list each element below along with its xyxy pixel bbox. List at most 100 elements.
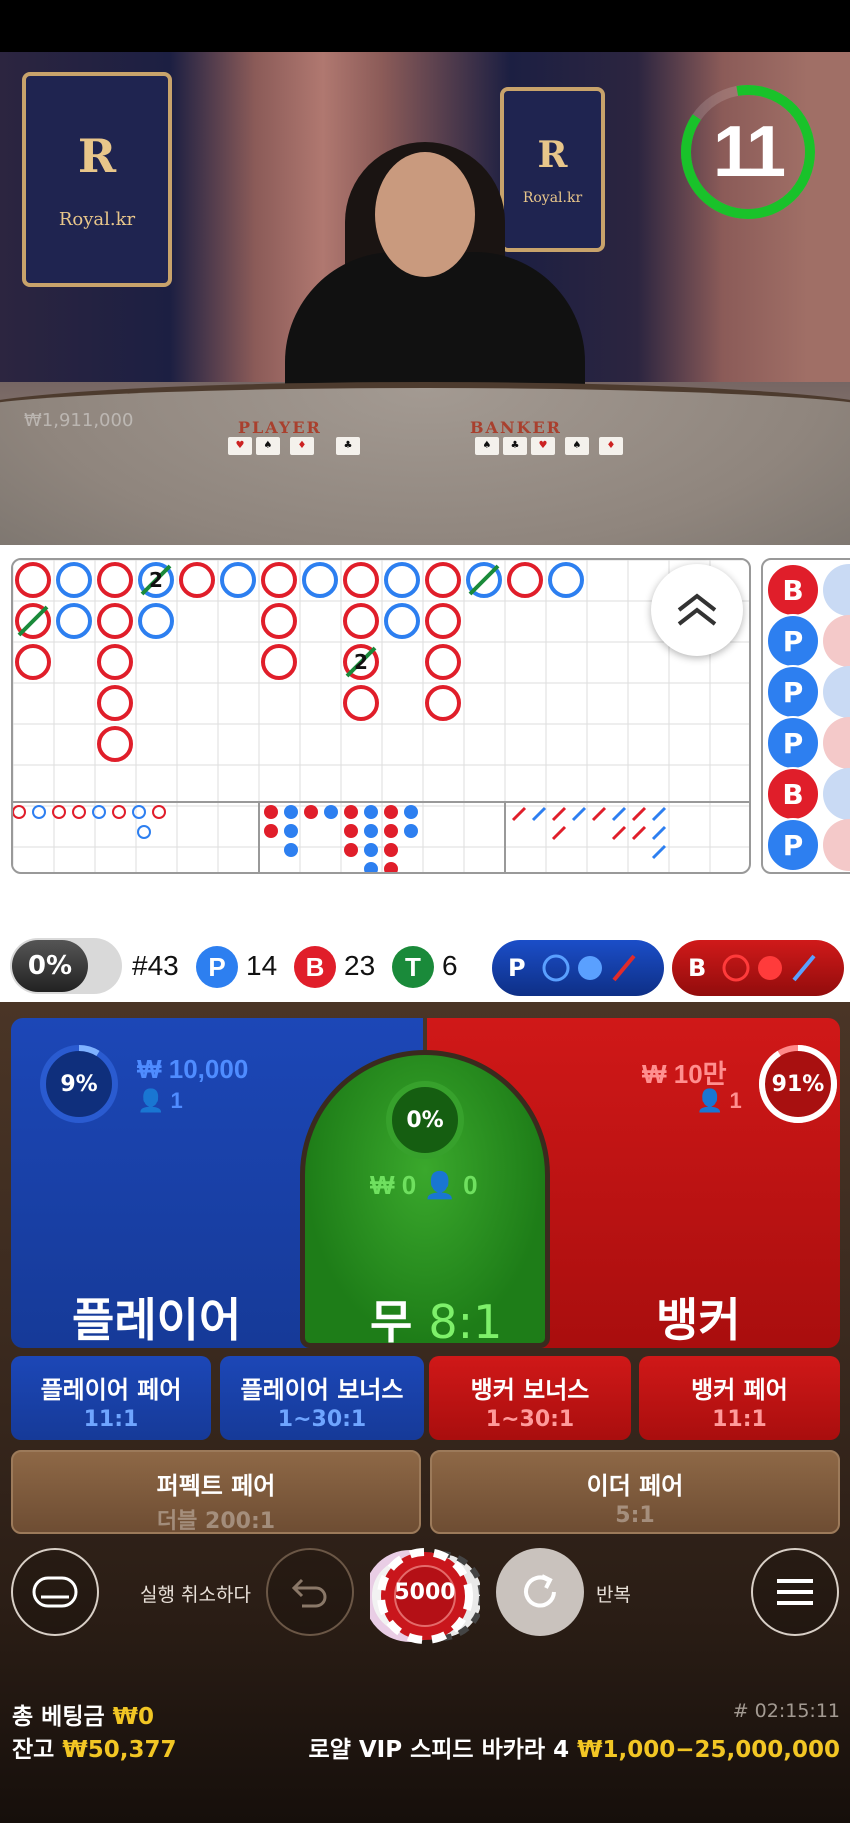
slash-road-mark [551, 806, 567, 822]
tie-count-mark: 2 [149, 568, 163, 592]
tie-bet-label: 무 8:1 [370, 1286, 502, 1352]
cockroach-dot [404, 824, 418, 838]
total-bet-label: 총 베팅금 [12, 1704, 105, 1730]
small-road-mark [152, 805, 166, 819]
cockroach-dot [324, 805, 338, 819]
roadmap-panel: 22 BPPPBP [0, 545, 850, 935]
banker-bonus-bet[interactable]: 뱅커 보너스 1~30:1 [429, 1356, 631, 1440]
chat-bubble-icon [32, 1576, 78, 1608]
banker-bet-users: 1 [729, 1088, 742, 1113]
small-road-mark [52, 805, 66, 819]
big-road-mark [97, 644, 133, 680]
tie-slash [468, 564, 500, 596]
big-road-grid[interactable]: 22 [11, 558, 751, 874]
cockroach-dot [284, 843, 298, 857]
balance: 잔고 ₩50,377 [12, 1730, 176, 1764]
big-road-mark [261, 644, 297, 680]
slash-road-mark [651, 806, 667, 822]
tie-count-badge: T [392, 946, 434, 988]
table-player-label: PLAYER [238, 418, 322, 437]
big-road-mark [384, 603, 420, 639]
balance-label: 잔고 [12, 1737, 55, 1763]
banker-predict-button[interactable]: B [672, 940, 844, 996]
slash-road-mark [591, 806, 607, 822]
table-banker-label: BANKER [470, 418, 562, 437]
tie-bet-amount: ₩ 0 👤 0 [370, 1170, 478, 1201]
player-bonus-label: 플레이어 보너스 [240, 1376, 404, 1404]
big-road-mark [220, 562, 256, 598]
round-number: #43 [132, 950, 179, 981]
banker-bet-count: 👤 1 [696, 1088, 742, 1114]
banker-bonus-odds: 1~30:1 [485, 1407, 575, 1432]
repeat-arrow-icon [524, 1574, 556, 1608]
chip-value: 5000 [394, 1580, 456, 1605]
perfect-pair-label: 퍼펙트 페어 [156, 1472, 276, 1500]
expand-roadmap-button[interactable] [651, 564, 743, 656]
either-pair-odds: 5:1 [615, 1503, 655, 1528]
player-pair-odds: 11:1 [83, 1407, 139, 1432]
tie-bet-users: 0 [463, 1170, 478, 1200]
tie-percent: 0% [406, 1107, 444, 1133]
banker-percent: 91% [771, 1071, 825, 1097]
big-road-mark [56, 562, 92, 598]
chat-button[interactable] [11, 1548, 99, 1636]
undo-arrow-icon [291, 1578, 327, 1608]
either-pair-bet[interactable]: 이더 페어 5:1 [430, 1450, 840, 1534]
menu-button[interactable] [751, 1548, 839, 1636]
perfect-pair-bet[interactable]: 퍼펙트 페어 더블 200:1 [11, 1450, 421, 1534]
banker-bet-amount: ₩ 10만 [642, 1059, 727, 1089]
cockroach-dot [364, 824, 378, 838]
playing-card: ♦ [290, 437, 314, 455]
cockroach-dot [304, 805, 318, 819]
player-bet-count: 👤 1 [137, 1088, 183, 1114]
player-pair-bet[interactable]: 플레이어 페어 11:1 [11, 1356, 211, 1440]
small-road-mark [72, 805, 86, 819]
betting-board: 9% ₩ 10,000 👤 1 플레이어 91% ₩ 10만 👤 1 뱅커 0%… [0, 1002, 850, 1823]
banker-pair-label: 뱅커 페어 [691, 1376, 788, 1404]
big-road-mark [179, 562, 215, 598]
undo-button[interactable] [266, 1548, 354, 1636]
small-road-mark [112, 805, 126, 819]
big-road-mark [15, 562, 51, 598]
predict-marks-icon [542, 954, 636, 982]
banker-bonus-label: 뱅커 보너스 [470, 1376, 590, 1404]
player-predict-button[interactable]: P [492, 940, 664, 996]
table-name: 로얄 VIP 스피드 바카라 4 [308, 1737, 570, 1763]
player-bonus-bet[interactable]: 플레이어 보너스 1~30:1 [220, 1356, 424, 1440]
game-id: # 02:15:11 [732, 1700, 840, 1722]
percent-value[interactable]: 0% [12, 940, 88, 992]
repeat-button[interactable] [496, 1548, 584, 1636]
tie-label: 무 [370, 1295, 413, 1349]
slash-road-mark [551, 825, 567, 841]
big-road-mark [97, 603, 133, 639]
bead-letter: B [782, 778, 803, 811]
banker-pair-bet[interactable]: 뱅커 페어 11:1 [639, 1356, 840, 1440]
big-road-mark [425, 603, 461, 639]
cockroach-dot [344, 824, 358, 838]
small-road-mark [132, 805, 146, 819]
player-pair-label: 플레이어 페어 [40, 1376, 182, 1404]
cockroach-dot [344, 843, 358, 857]
bead-road[interactable]: BPPPBP [761, 558, 850, 874]
logo-letter: R [537, 133, 568, 176]
bead-road-svg: BPPPBP [766, 563, 850, 872]
playing-card: ♦ [599, 437, 623, 455]
table-info: 로얄 VIP 스피드 바카라 4 ₩1,000−25,000,000 [309, 1730, 840, 1764]
player-bonus-odds: 1~30:1 [277, 1407, 367, 1432]
big-road-mark [302, 562, 338, 598]
bead-letter: P [783, 829, 804, 862]
playing-card: ♣ [503, 437, 527, 455]
repeat-label: 반복 [596, 1584, 631, 1606]
bead-mark [823, 819, 850, 871]
cockroach-dot [384, 843, 398, 857]
player-bet-users: 1 [170, 1088, 183, 1113]
slash-road-mark [531, 806, 547, 822]
stats-bar: 0% #43 P 14 B 23 T 6 P B [0, 932, 850, 1002]
big-road-mark [548, 562, 584, 598]
user-icon: 👤 [423, 1170, 456, 1200]
tie-count: 6 [442, 950, 458, 981]
baccarat-table [0, 382, 850, 545]
cockroach-dot [264, 824, 278, 838]
user-icon: 👤 [696, 1088, 724, 1113]
banker-count: 23 [344, 950, 376, 981]
